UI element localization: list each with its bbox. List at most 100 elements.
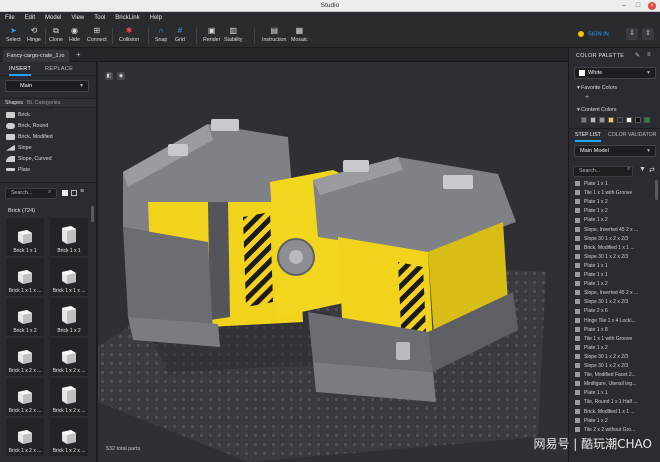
filter-icon[interactable]: ≡ [647, 52, 651, 58]
step-list-item[interactable]: Slope, Inverted 45 2 x ... [575, 289, 657, 298]
large-view-icon[interactable] [62, 190, 68, 196]
menu-edit[interactable]: Edit [20, 12, 40, 24]
brick-tile[interactable]: Brick 1 x 1 x ... [50, 258, 88, 296]
step-list-item[interactable]: Plate 1 x 8 [575, 326, 657, 335]
step-list-item[interactable]: Slope 30 1 x 2 x 2/3 [575, 235, 657, 244]
stability-tool-button[interactable]: ▥ Stability [224, 26, 243, 43]
mosaic-tool-button[interactable]: ▦ Mosaic [291, 26, 308, 43]
color-select[interactable]: White ▼ [574, 67, 656, 79]
step-list-item[interactable]: Tile, Round 1 x 1 Half ... [575, 398, 657, 407]
color-swatch[interactable] [626, 117, 632, 123]
maximize-icon[interactable]: □ [634, 2, 642, 10]
close-icon[interactable]: × [648, 2, 656, 10]
expand-icon[interactable]: ⇄ [649, 166, 655, 174]
filter-icon[interactable]: ≡ [80, 188, 84, 195]
menu-view[interactable]: View [66, 12, 89, 24]
model-canvas[interactable] [98, 62, 568, 462]
left-crate-base[interactable] [123, 227, 213, 332]
left-crate-handle[interactable] [168, 144, 188, 156]
hinge-tool-button[interactable]: ⟲ Hinge [27, 26, 41, 43]
upload-icon[interactable]: ⇧ [642, 28, 654, 40]
menu-model[interactable]: Model [40, 12, 66, 24]
tab-color-validator[interactable]: COLOR VALIDATOR [608, 132, 656, 138]
color-swatch[interactable] [617, 117, 623, 123]
filter-icon[interactable]: ▼ [639, 166, 646, 173]
step-list-item[interactable]: Brick, Modified 1 x 1 ... [575, 244, 657, 253]
right-crate-handle[interactable] [343, 160, 369, 172]
brick-tile[interactable]: Brick 1 x 1 [6, 218, 44, 256]
menu-tool[interactable]: Tool [89, 12, 110, 24]
shape-item-slope-curved[interactable]: Slope, Curved [6, 154, 52, 165]
grid-tool-button[interactable]: # Grid [175, 26, 185, 43]
brick-tile[interactable]: Brick 1 x 2 x ... [50, 418, 88, 456]
shape-item-brick-round[interactable]: Brick, Round [6, 121, 48, 132]
step-list-item[interactable]: Plate 2 x 6 [575, 307, 657, 316]
step-list-item[interactable]: Tile 1 x 1 with Groove [575, 335, 657, 344]
step-list-item[interactable]: Hinge Tile 1 x 4 Locki... [575, 317, 657, 326]
file-tab[interactable]: Fancy-cargo-crate_1.io [3, 50, 69, 62]
tab-insert[interactable]: INSERT [9, 66, 32, 76]
view-cube-icon[interactable]: ◉ [117, 72, 125, 80]
step-list-item[interactable]: Slope 30 1 x 2 x 2/3 [575, 362, 657, 371]
step-list-item[interactable]: Plate 1 x 2 [575, 198, 657, 207]
step-list-item[interactable]: Plate 1 x 2 [575, 344, 657, 353]
step-list-item[interactable]: Slope, Inverted 45 2 x ... [575, 226, 657, 235]
brick-tile[interactable]: Brick 1 x 2 x ... [50, 378, 88, 416]
add-favorite-icon[interactable]: + [585, 94, 589, 101]
menu-bricklink[interactable]: BrickLink [110, 12, 144, 24]
step-list-item[interactable]: Brick, Modified 1 x 1 ... [575, 408, 657, 417]
minimize-icon[interactable]: – [620, 2, 628, 10]
step-list-item[interactable]: Plate 1 x 2 [575, 417, 657, 426]
color-swatch[interactable] [599, 117, 605, 123]
brick-tile[interactable]: Brick 1 x 1 x ... [6, 258, 44, 296]
step-list-item[interactable]: Plate 1 x 1 [575, 262, 657, 271]
step-list-item[interactable]: Slope 30 1 x 2 x 2/3 [575, 298, 657, 307]
step-list-item[interactable]: Tile 1 x 1 with Groove [575, 189, 657, 198]
color-swatch[interactable] [608, 117, 614, 123]
instruction-tool-button[interactable]: ▤ Instruction [262, 26, 286, 43]
content-colors-label[interactable]: ▾ Content Colors [577, 107, 616, 113]
search-icon[interactable]: ⌕ [48, 189, 51, 196]
menu-file[interactable]: File [0, 12, 20, 24]
step-list-item[interactable]: Tile, Modified Facet 2... [575, 371, 657, 380]
step-list-item[interactable]: Plate 1 x 1 [575, 180, 657, 189]
brick-tile[interactable]: Brick 1 x 2 [6, 298, 44, 336]
hide-tool-button[interactable]: ◉ Hide [69, 26, 80, 43]
camera-icon[interactable]: ◧ [105, 72, 113, 80]
render-tool-button[interactable]: ▣ Render [203, 26, 220, 43]
brick-tile[interactable]: Brick 1 x 2 x ... [6, 418, 44, 456]
step-list-item[interactable]: Slope 30 1 x 2 x 2/3 [575, 253, 657, 262]
search-icon[interactable]: ⌕ [627, 166, 630, 173]
step-search-input[interactable]: Search... [573, 166, 633, 177]
shape-item-brick-modified[interactable]: Brick, Modified [6, 132, 53, 143]
tab-step-list[interactable]: STEP LIST [575, 130, 601, 142]
brick-tile[interactable]: Brick 1 x 2 [50, 298, 88, 336]
shape-item-brick[interactable]: Brick [6, 110, 30, 121]
select-tool-button[interactable]: ➤ Select [6, 26, 21, 43]
model-select[interactable]: Main Model ▼ [574, 145, 656, 157]
step-list-item[interactable]: Plate 1 x 1 [575, 389, 657, 398]
brick-tile[interactable]: Brick 1 x 2 x ... [6, 338, 44, 376]
step-list-item[interactable]: Plate 1 x 2 [575, 216, 657, 225]
brick-tile[interactable]: Brick 1 x 1 [50, 218, 88, 256]
clone-tool-button[interactable]: ⧉ Clone [49, 26, 63, 43]
scrollbar-thumb[interactable] [655, 180, 658, 200]
step-list-item[interactable]: Plate 1 x 2 [575, 280, 657, 289]
connect-tool-button[interactable]: ⊞ Connect [87, 26, 107, 43]
tab-replace[interactable]: REPLACE [45, 66, 73, 72]
shape-item-slope[interactable]: Slope [6, 143, 32, 154]
palette-select[interactable]: Main ▼ [5, 80, 89, 92]
scrollbar-thumb[interactable] [91, 206, 94, 222]
3d-viewport[interactable]: ◧ ◉ 532 total parts [98, 62, 568, 462]
collision-tool-button[interactable]: ✱ Collision [119, 26, 139, 43]
sign-in-button[interactable]: SIGN IN [578, 31, 609, 37]
step-list-item[interactable]: Tile 2 x 2 without Gro... [575, 426, 657, 435]
color-swatch[interactable] [635, 117, 641, 123]
shapes-section-header[interactable]: Shapes BL Categories [0, 98, 96, 108]
shape-item-plate[interactable]: Plate [6, 165, 30, 176]
step-list-item[interactable]: Minifigure, Utensil Ing... [575, 380, 657, 389]
snap-tool-button[interactable]: ∩ Snap [155, 26, 167, 43]
step-list-item[interactable]: Plate 1 x 2 [575, 207, 657, 216]
right-crate-handle[interactable] [443, 175, 473, 189]
brick-tile[interactable]: Brick 1 x 2 x ... [50, 338, 88, 376]
